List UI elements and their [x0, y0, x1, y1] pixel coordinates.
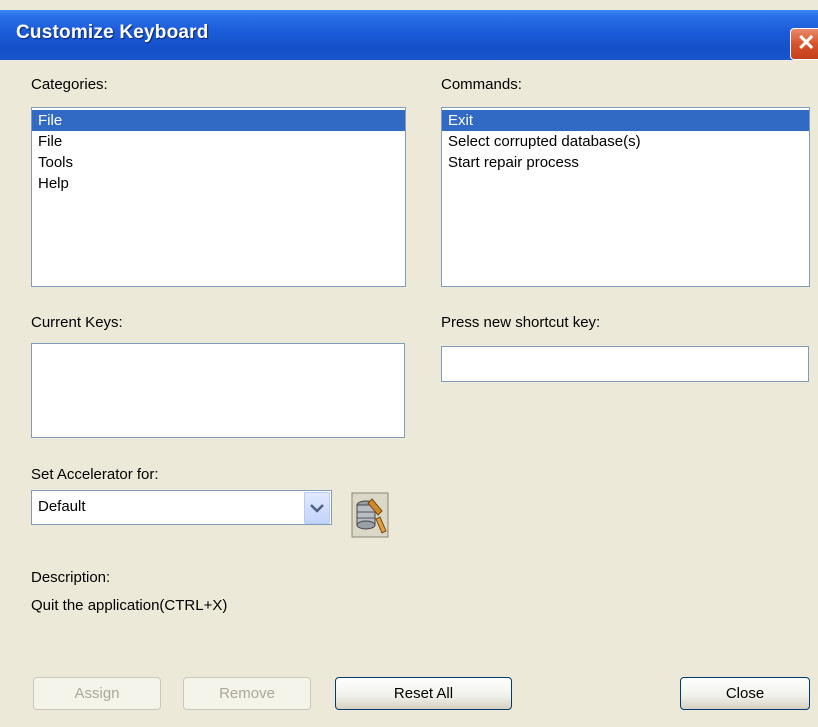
accelerator-value: Default: [38, 498, 86, 515]
database-tool-icon[interactable]: [350, 491, 390, 539]
description-text: Quit the application(CTRL+X): [31, 597, 228, 614]
accelerator-label: Set Accelerator for:: [31, 466, 159, 483]
reset-all-button[interactable]: Reset All: [335, 677, 512, 710]
accelerator-select[interactable]: Default: [31, 490, 332, 525]
new-shortcut-label: Press new shortcut key:: [441, 314, 601, 331]
window-title: Customize Keyboard: [16, 22, 209, 43]
customize-keyboard-dialog: Customize Keyboard ✕ Categories: File Fi…: [0, 0, 818, 727]
category-item-tools[interactable]: Tools: [32, 152, 405, 173]
close-icon[interactable]: ✕: [790, 28, 818, 60]
remove-button[interactable]: Remove: [183, 677, 311, 710]
current-keys-label: Current Keys:: [31, 314, 123, 331]
command-item-select-db[interactable]: Select corrupted database(s): [442, 131, 809, 152]
new-shortcut-input[interactable]: [441, 346, 809, 382]
assign-button[interactable]: Assign: [33, 677, 161, 710]
close-button[interactable]: Close: [680, 677, 810, 710]
command-item-start-repair[interactable]: Start repair process: [442, 152, 809, 173]
title-bar[interactable]: Customize Keyboard ✕: [0, 10, 818, 60]
commands-label: Commands:: [441, 76, 522, 93]
commands-list[interactable]: Exit Select corrupted database(s) Start …: [441, 107, 810, 287]
command-item-exit[interactable]: Exit: [442, 110, 809, 131]
category-item-help[interactable]: Help: [32, 173, 405, 194]
chevron-down-icon[interactable]: [304, 492, 330, 524]
category-item-file-2[interactable]: File: [32, 131, 405, 152]
categories-list[interactable]: File File Tools Help: [31, 107, 406, 287]
description-label: Description:: [31, 569, 111, 586]
category-item-file[interactable]: File: [32, 110, 405, 131]
current-keys-list[interactable]: [31, 343, 405, 438]
categories-label: Categories:: [31, 76, 108, 93]
